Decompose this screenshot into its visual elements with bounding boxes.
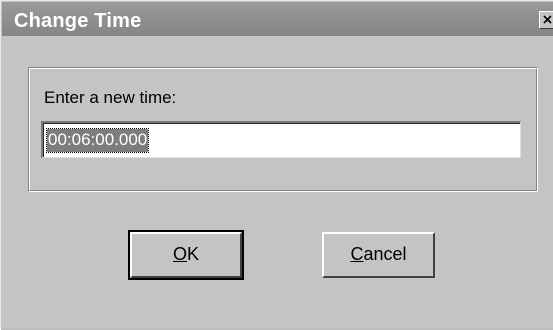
time-input-field[interactable]: 00:06:00.000 (41, 121, 521, 158)
dialog-title: Change Time (14, 10, 142, 32)
title-bar[interactable]: Change Time (2, 2, 553, 36)
ok-button-label: K (187, 244, 200, 264)
change-time-dialog: Change Time Enter a new time: 00:06:00.0… (0, 0, 553, 330)
time-prompt-label: Enter a new time: (44, 88, 177, 107)
time-input-value[interactable]: 00:06:00.000 (45, 128, 150, 153)
close-button[interactable] (539, 11, 553, 29)
ok-button[interactable]: OK (128, 230, 244, 280)
close-icon (543, 15, 552, 24)
ok-button-mnemonic: O (172, 244, 187, 264)
cancel-button[interactable]: Cancel (322, 232, 435, 278)
cancel-button-mnemonic: C (350, 244, 364, 264)
cancel-button-label: ancel (363, 244, 407, 264)
